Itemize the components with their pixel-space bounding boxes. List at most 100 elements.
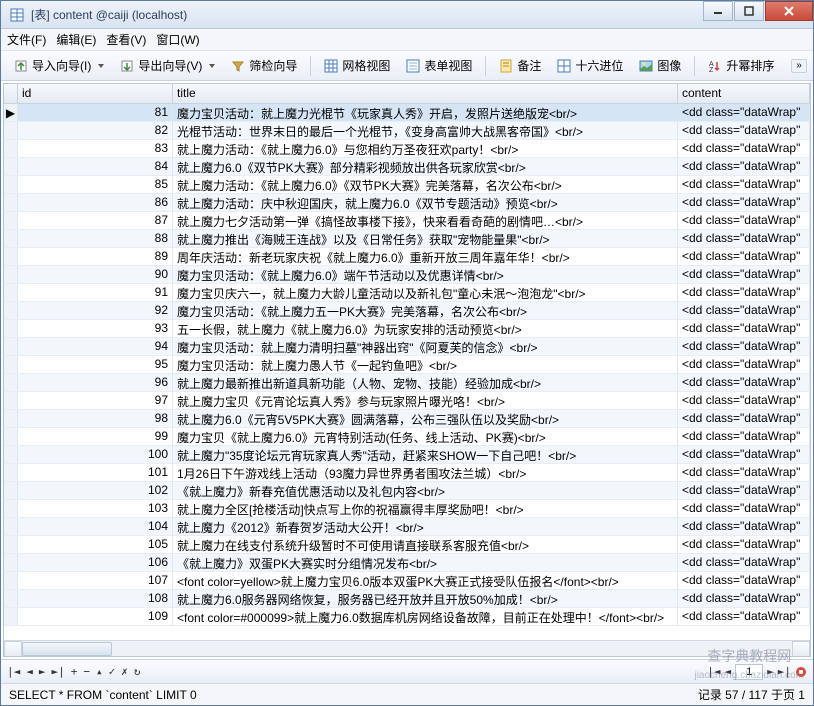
cell-id[interactable]: 83 bbox=[18, 140, 173, 157]
table-row[interactable]: 83就上魔力活动：《就上魔力6.0》与您相约万圣夜狂欢party！<br/><d… bbox=[4, 140, 810, 158]
cell-content[interactable]: <dd class="dataWrap" bbox=[678, 590, 810, 607]
menu-view[interactable]: 查看(V) bbox=[106, 31, 146, 48]
table-row[interactable]: 82光棍节活动：世界末日的最后一个光棍节，《变身高富帅大战黑客帝国》<br/><… bbox=[4, 122, 810, 140]
cell-title[interactable]: 就上魔力6.0《双节PK大赛》部分精彩视频放出供各玩家欣赏<br/> bbox=[173, 158, 678, 175]
horizontal-scrollbar[interactable] bbox=[4, 640, 810, 656]
menu-edit[interactable]: 编辑(E) bbox=[56, 31, 96, 48]
table-row[interactable]: 108就上魔力6.0服务器网络恢复，服务器已经开放并且开放50%加成！<br/>… bbox=[4, 590, 810, 608]
cell-id[interactable]: 89 bbox=[18, 248, 173, 265]
cell-id[interactable]: 85 bbox=[18, 176, 173, 193]
row-handle[interactable] bbox=[4, 482, 18, 499]
nav-refresh-button[interactable]: ↻ bbox=[134, 665, 141, 678]
table-row[interactable]: 89周年庆活动：新老玩家庆祝《就上魔力6.0》重新开放三周年嘉年华！<br/><… bbox=[4, 248, 810, 266]
row-handle[interactable] bbox=[4, 500, 18, 517]
cell-title[interactable]: 就上魔力活动：《就上魔力6.0》《双节PK大赛》完美落幕，名次公布<br/> bbox=[173, 176, 678, 193]
row-handle[interactable] bbox=[4, 572, 18, 589]
cell-content[interactable]: <dd class="dataWrap" bbox=[678, 500, 810, 517]
table-row[interactable]: 95魔力宝贝活动：就上魔力愚人节《一起钓鱼吧》<br/><dd class="d… bbox=[4, 356, 810, 374]
filter-wizard-button[interactable]: 筛检向导 bbox=[224, 54, 304, 77]
page-last-button[interactable]: ►| bbox=[778, 665, 791, 678]
table-row[interactable]: 104就上魔力《2012》新春贺岁活动大公开！<br/><dd class="d… bbox=[4, 518, 810, 536]
cell-id[interactable]: 104 bbox=[18, 518, 173, 535]
table-row[interactable]: 106《就上魔力》双蛋PK大赛实时分组情况发布<br/><dd class="d… bbox=[4, 554, 810, 572]
cell-content[interactable]: <dd class="dataWrap" bbox=[678, 320, 810, 337]
row-handle[interactable] bbox=[4, 374, 18, 391]
scrollbar-thumb[interactable] bbox=[22, 642, 112, 656]
row-handle[interactable] bbox=[4, 554, 18, 571]
cell-title[interactable]: 魔力宝贝活动：《就上魔力五一PK大赛》完美落幕，名次公布<br/> bbox=[173, 302, 678, 319]
cell-content[interactable]: <dd class="dataWrap" bbox=[678, 356, 810, 373]
table-row[interactable]: 87就上魔力七夕活动第一弹《搞怪故事楼下接》，快来看看奇葩的剧情吧…<br/><… bbox=[4, 212, 810, 230]
cell-content[interactable]: <dd class="dataWrap" bbox=[678, 284, 810, 301]
table-row[interactable]: 85就上魔力活动：《就上魔力6.0》《双节PK大赛》完美落幕，名次公布<br/>… bbox=[4, 176, 810, 194]
cell-id[interactable]: 103 bbox=[18, 500, 173, 517]
cell-title[interactable]: 就上魔力最新推出新道具新功能（人物、宠物、技能）经验加成<br/> bbox=[173, 374, 678, 391]
nav-next-button[interactable]: ► bbox=[39, 665, 46, 678]
table-row[interactable]: 107<font color=yellow>就上魔力宝贝6.0版本双蛋PK大赛正… bbox=[4, 572, 810, 590]
cell-content[interactable]: <dd class="dataWrap" bbox=[678, 572, 810, 589]
page-prev-button[interactable]: ◄ bbox=[725, 665, 732, 678]
cell-id[interactable]: 94 bbox=[18, 338, 173, 355]
cell-id[interactable]: 90 bbox=[18, 266, 173, 283]
toolbar-expand-button[interactable]: » bbox=[791, 59, 807, 73]
menu-file[interactable]: 文件(F) bbox=[7, 31, 46, 48]
cell-id[interactable]: 96 bbox=[18, 374, 173, 391]
cell-title[interactable]: 魔力宝贝活动：《就上魔力6.0》端午节活动以及优惠详情<br/> bbox=[173, 266, 678, 283]
table-row[interactable]: 102《就上魔力》新春充值优惠活动以及礼包内容<br/><dd class="d… bbox=[4, 482, 810, 500]
sort-asc-button[interactable]: AZ升幂排序 bbox=[701, 54, 781, 77]
cell-content[interactable]: <dd class="dataWrap" bbox=[678, 464, 810, 481]
cell-content[interactable]: <dd class="dataWrap" bbox=[678, 410, 810, 427]
cell-title[interactable]: 就上魔力宝贝《元宵论坛真人秀》参与玩家照片曝光咯！<br/> bbox=[173, 392, 678, 409]
cell-id[interactable]: 82 bbox=[18, 122, 173, 139]
cell-content[interactable]: <dd class="dataWrap" bbox=[678, 338, 810, 355]
cell-title[interactable]: 1月26日下午游戏线上活动（93魔力异世界勇者围攻法兰城）<br/> bbox=[173, 464, 678, 481]
table-row[interactable]: 88就上魔力推出《海贼王连战》以及《日常任务》获取"宠物能量果"<br/><dd… bbox=[4, 230, 810, 248]
cell-content[interactable]: <dd class="dataWrap" bbox=[678, 446, 810, 463]
cell-title[interactable]: 光棍节活动：世界末日的最后一个光棍节，《变身高富帅大战黑客帝国》<br/> bbox=[173, 122, 678, 139]
cell-content[interactable]: <dd class="dataWrap" bbox=[678, 176, 810, 193]
import-wizard-button[interactable]: 导入向导(I) bbox=[7, 54, 111, 77]
cell-content[interactable]: <dd class="dataWrap" bbox=[678, 194, 810, 211]
nav-delete-button[interactable]: − bbox=[83, 665, 90, 678]
column-header-title[interactable]: title bbox=[173, 84, 678, 103]
maximize-button[interactable] bbox=[734, 1, 764, 21]
cell-content[interactable]: <dd class="dataWrap" bbox=[678, 302, 810, 319]
cell-content[interactable]: <dd class="dataWrap" bbox=[678, 122, 810, 139]
row-handle[interactable] bbox=[4, 302, 18, 319]
row-handle[interactable] bbox=[4, 392, 18, 409]
table-row[interactable]: 96就上魔力最新推出新道具新功能（人物、宠物、技能）经验加成<br/><dd c… bbox=[4, 374, 810, 392]
cell-content[interactable]: <dd class="dataWrap" bbox=[678, 212, 810, 229]
nav-cancel-button[interactable]: ✗ bbox=[121, 665, 128, 678]
cell-title[interactable]: 魔力宝贝《就上魔力6.0》元宵特别活动(任务、线上活动、PK赛)<br/> bbox=[173, 428, 678, 445]
form-view-button[interactable]: 表单视图 bbox=[399, 54, 479, 77]
nav-edit-button[interactable]: ▴ bbox=[96, 665, 103, 678]
cell-title[interactable]: 魔力宝贝活动：就上魔力光棍节《玩家真人秀》开启，发照片送绝版宠<br/> bbox=[173, 104, 678, 121]
row-handle[interactable] bbox=[4, 266, 18, 283]
nav-last-button[interactable]: ►| bbox=[52, 665, 65, 678]
page-number-input[interactable] bbox=[735, 664, 763, 680]
table-row[interactable]: 103就上魔力全区[抢楼活动]快点写上你的祝福赢得丰厚奖励吧！<br/><dd … bbox=[4, 500, 810, 518]
cell-id[interactable]: 107 bbox=[18, 572, 173, 589]
cell-id[interactable]: 92 bbox=[18, 302, 173, 319]
table-row[interactable]: 92魔力宝贝活动：《就上魔力五一PK大赛》完美落幕，名次公布<br/><dd c… bbox=[4, 302, 810, 320]
cell-content[interactable]: <dd class="dataWrap" bbox=[678, 248, 810, 265]
cell-title[interactable]: 就上魔力推出《海贼王连战》以及《日常任务》获取"宠物能量果"<br/> bbox=[173, 230, 678, 247]
cell-title[interactable]: 就上魔力活动：《就上魔力6.0》与您相约万圣夜狂欢party！<br/> bbox=[173, 140, 678, 157]
nav-first-button[interactable]: |◄ bbox=[7, 665, 20, 678]
cell-title[interactable]: 就上魔力七夕活动第一弹《搞怪故事楼下接》，快来看看奇葩的剧情吧…<br/> bbox=[173, 212, 678, 229]
cell-content[interactable]: <dd class="dataWrap" bbox=[678, 266, 810, 283]
cell-title[interactable]: 魔力宝贝活动：就上魔力清明扫墓"神器出窍"《阿夏芙的信念》<br/> bbox=[173, 338, 678, 355]
row-handle[interactable] bbox=[4, 446, 18, 463]
cell-content[interactable]: <dd class="dataWrap" bbox=[678, 140, 810, 157]
row-handle[interactable] bbox=[4, 428, 18, 445]
stop-icon[interactable] bbox=[795, 666, 807, 678]
row-handle[interactable] bbox=[4, 158, 18, 175]
page-first-button[interactable]: |◄ bbox=[707, 665, 720, 678]
table-row[interactable]: 100就上魔力"35度论坛元宵玩家真人秀"活动，赶紧来SHOW一下自己吧！<br… bbox=[4, 446, 810, 464]
table-row[interactable]: 93五一长假，就上魔力《就上魔力6.0》为玩家安排的活动预览<br/><dd c… bbox=[4, 320, 810, 338]
cell-id[interactable]: 84 bbox=[18, 158, 173, 175]
menu-window[interactable]: 窗口(W) bbox=[156, 31, 199, 48]
table-row[interactable]: 84就上魔力6.0《双节PK大赛》部分精彩视频放出供各玩家欣赏<br/><dd … bbox=[4, 158, 810, 176]
row-handle[interactable] bbox=[4, 536, 18, 553]
cell-title[interactable]: 就上魔力全区[抢楼活动]快点写上你的祝福赢得丰厚奖励吧！<br/> bbox=[173, 500, 678, 517]
